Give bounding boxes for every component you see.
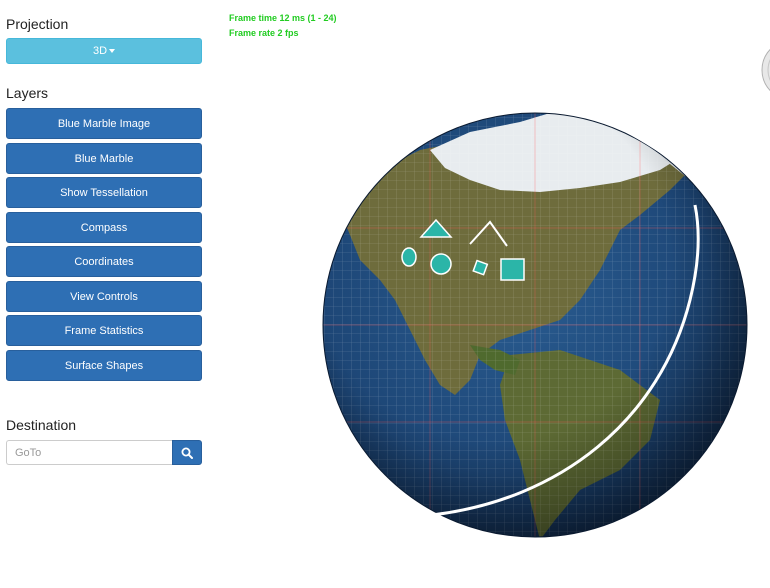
globe-canvas[interactable] <box>0 0 770 588</box>
surface-rectangle[interactable] <box>500 258 525 281</box>
surface-circle[interactable] <box>430 253 452 275</box>
compass-icon <box>761 48 770 92</box>
surface-ellipse[interactable] <box>401 247 417 267</box>
globe[interactable] <box>300 100 770 560</box>
